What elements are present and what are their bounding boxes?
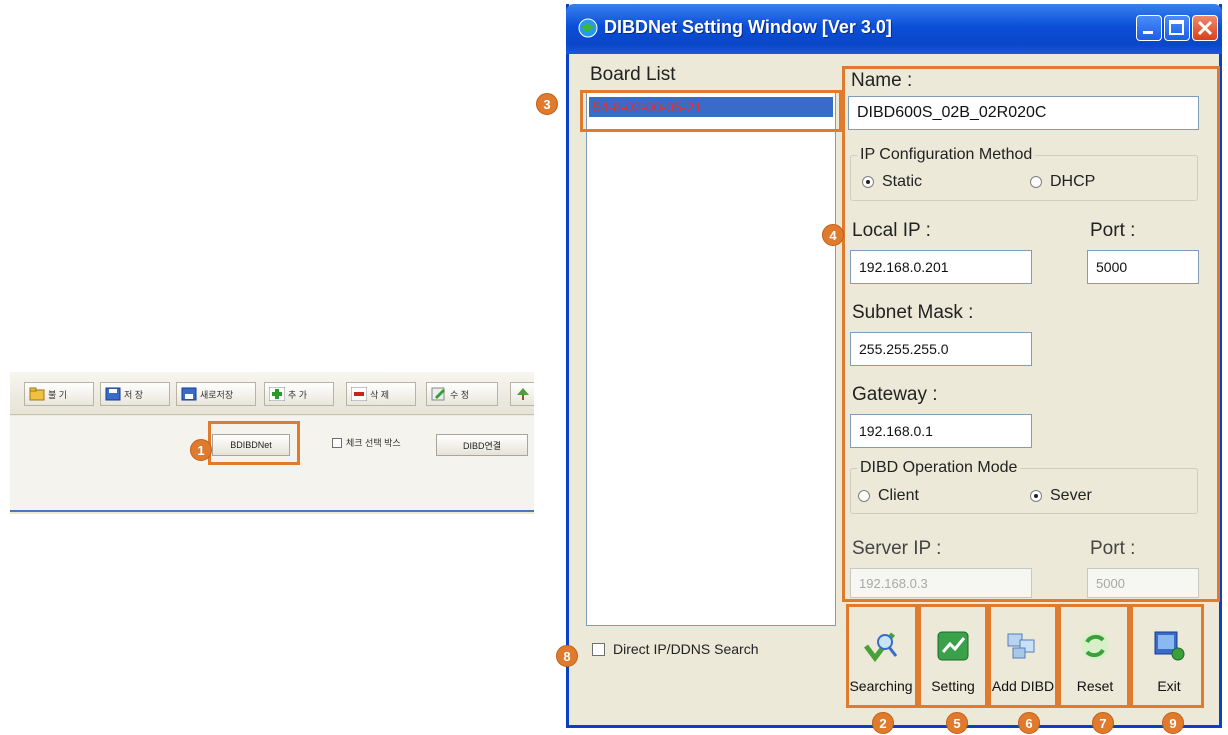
ip-config-title: IP Configuration Method bbox=[857, 146, 1036, 164]
minus-icon bbox=[350, 386, 368, 402]
port-field[interactable]: 5000 bbox=[1087, 250, 1199, 284]
save-as-icon bbox=[181, 387, 197, 401]
callout-9: 9 bbox=[1162, 712, 1184, 734]
server-ip-field: 192.168.0.3 bbox=[850, 568, 1032, 598]
app-globe-icon bbox=[578, 18, 598, 38]
callout-8: 8 bbox=[556, 645, 578, 667]
radio-selected-icon bbox=[862, 176, 874, 188]
setting-highlight bbox=[918, 604, 988, 708]
window-titlebar: DIBDNet Setting Window [Ver 3.0] bbox=[566, 4, 1222, 54]
ip-dhcp-radio[interactable]: DHCP bbox=[1030, 173, 1095, 191]
callout-6: 6 bbox=[1018, 712, 1040, 734]
main-toolbar: 불 기 저 장 새로저장 추 가 삭 제 수 정 bbox=[10, 372, 534, 415]
dibd-connect-button[interactable]: DIBD연결 bbox=[436, 434, 528, 456]
name-field[interactable]: DIBD600S_02B_02R020C bbox=[848, 96, 1199, 130]
mode-server-radio[interactable]: Sever bbox=[1030, 487, 1092, 505]
radio-empty-icon bbox=[1030, 176, 1042, 188]
searching-highlight bbox=[846, 604, 918, 708]
port-label: Port : bbox=[1090, 220, 1136, 241]
subnet-mask-field[interactable]: 255.255.255.0 bbox=[850, 332, 1032, 366]
gateway-field[interactable]: 192.168.0.1 bbox=[850, 414, 1032, 448]
ip-static-radio[interactable]: Static bbox=[862, 173, 922, 191]
local-ip-field[interactable]: 192.168.0.201 bbox=[850, 250, 1032, 284]
radio-empty-icon bbox=[858, 490, 870, 502]
checkbox-icon bbox=[592, 642, 605, 656]
tree-button[interactable] bbox=[510, 382, 534, 406]
board-list-highlight bbox=[580, 90, 842, 132]
subnet-mask-label: Subnet Mask : bbox=[852, 302, 974, 323]
window-title: DIBDNet Setting Window [Ver 3.0] bbox=[604, 17, 892, 37]
board-list[interactable]: 54-8-02-00-05-21 bbox=[586, 92, 836, 626]
server-ip-label: Server IP : bbox=[852, 538, 942, 559]
check-select-box[interactable]: 체크 선택 박스 bbox=[332, 436, 401, 449]
checkbox-icon bbox=[332, 437, 342, 448]
add-dibd-highlight bbox=[988, 604, 1058, 708]
save-button[interactable]: 저 장 bbox=[100, 382, 170, 406]
delete-button[interactable]: 삭 제 bbox=[346, 382, 416, 406]
direct-ip-search-checkbox[interactable]: Direct IP/DDNS Search bbox=[592, 641, 758, 657]
add-button[interactable]: 추 가 bbox=[264, 382, 334, 406]
callout-3: 3 bbox=[536, 93, 558, 115]
plus-icon bbox=[268, 386, 286, 402]
server-port-field: 5000 bbox=[1087, 568, 1199, 598]
bdibdnet-highlight bbox=[208, 421, 300, 465]
operation-mode-title: DIBD Operation Mode bbox=[857, 459, 1021, 477]
gateway-label: Gateway : bbox=[852, 384, 938, 405]
maximize-icon bbox=[1169, 20, 1184, 35]
callout-1: 1 bbox=[190, 439, 212, 461]
open-button[interactable]: 불 기 bbox=[24, 382, 94, 406]
edit-icon bbox=[431, 387, 447, 401]
server-port-label: Port : bbox=[1090, 538, 1136, 559]
disk-icon bbox=[105, 387, 121, 401]
exit-highlight bbox=[1130, 604, 1204, 708]
close-icon bbox=[1197, 20, 1213, 36]
edit-button[interactable]: 수 정 bbox=[426, 382, 498, 406]
local-ip-label: Local IP : bbox=[852, 220, 931, 241]
callout-2: 2 bbox=[872, 712, 894, 734]
tree-icon bbox=[515, 387, 531, 401]
save-as-button[interactable]: 새로저장 bbox=[176, 382, 256, 406]
callout-4: 4 bbox=[822, 224, 844, 246]
maximize-button[interactable] bbox=[1164, 15, 1190, 41]
name-label: Name : bbox=[851, 70, 913, 91]
radio-selected-icon bbox=[1030, 490, 1042, 502]
mode-client-radio[interactable]: Client bbox=[858, 487, 919, 505]
reset-highlight bbox=[1058, 604, 1130, 708]
board-list-label: Board List bbox=[590, 64, 676, 85]
close-button[interactable] bbox=[1192, 15, 1218, 41]
folder-icon bbox=[29, 387, 45, 401]
minimize-icon bbox=[1143, 31, 1153, 34]
minimize-button[interactable] bbox=[1136, 15, 1162, 41]
toolbar-third-row bbox=[10, 468, 534, 512]
callout-5: 5 bbox=[946, 712, 968, 734]
callout-7: 7 bbox=[1092, 712, 1114, 734]
